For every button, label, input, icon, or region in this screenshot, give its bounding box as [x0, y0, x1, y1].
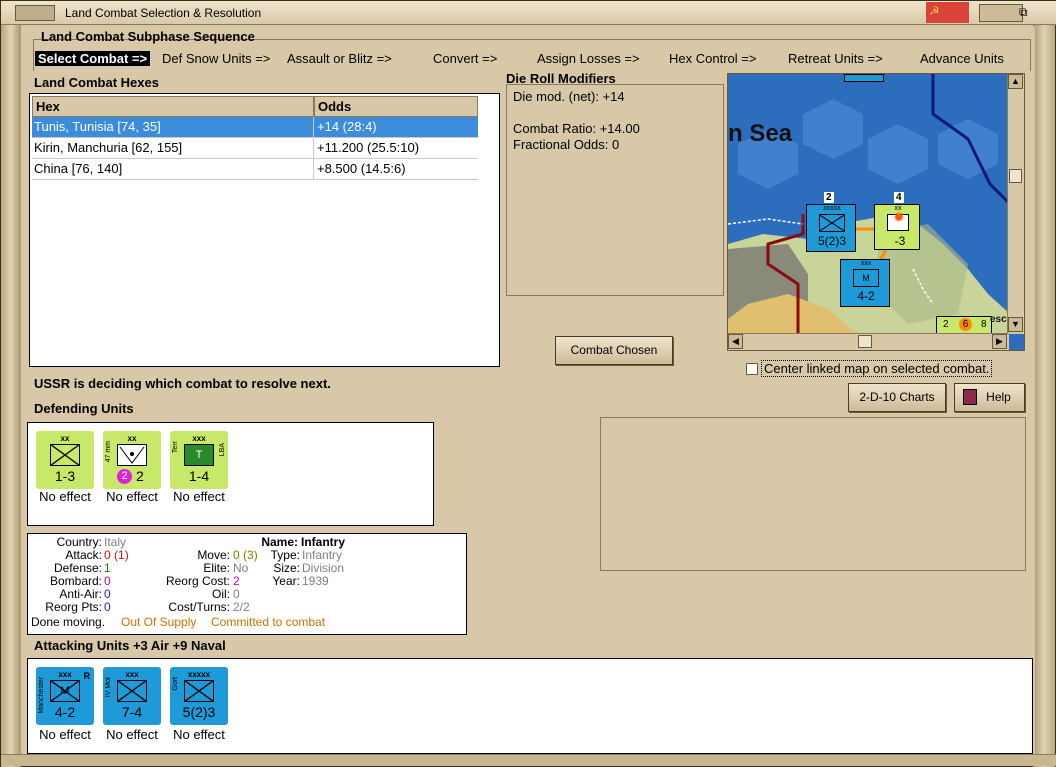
unit-effect: No effect [106, 727, 158, 742]
window-menu-button[interactable] [15, 5, 55, 21]
center-map-label[interactable]: Center linked map on selected combat. [761, 360, 993, 377]
mech-infantry-symbol-icon [117, 680, 147, 702]
defending-title: Defending Units [34, 401, 134, 416]
help-button[interactable]: Help [954, 383, 1025, 412]
help-book-icon [963, 389, 977, 405]
title-bar: Land Combat Selection & Resolution ☭ ⧉ [1, 1, 1056, 25]
odds-cell: +8.500 (14.5:6) [317, 161, 406, 176]
map-corner-label: esc [990, 314, 1007, 325]
frame-bottom [1, 754, 1056, 766]
anti-tank-symbol-icon [117, 444, 147, 466]
fractional-odds-line: Fractional Odds: 0 [513, 137, 620, 152]
hex-cell: Kirin, Manchuria [62, 155] [34, 140, 183, 155]
map-vscroll[interactable]: ▲ ▼ [1007, 74, 1024, 334]
map-counter-manchester[interactable]: xxx M 4-2 [840, 259, 890, 307]
step-def-snow-units: Def Snow Units => [162, 51, 271, 66]
motorized-symbol-icon: M [50, 680, 80, 702]
attacking-title: Attacking Units +3 Air +9 Naval [34, 638, 226, 653]
stack-count: 2 [824, 192, 834, 203]
map-counter-stack-corner[interactable]: 2 6 8 [936, 316, 992, 334]
land-combat-window: Land Combat Selection & Resolution ☭ ⧉ L… [0, 0, 1056, 767]
charts-button[interactable]: 2-D-10 Charts [848, 383, 946, 412]
map-sea-label: n Sea [728, 120, 793, 147]
step-advance-units: Advance Units [920, 51, 1004, 66]
odds-cell: +11.200 (25.5:10) [317, 140, 420, 155]
combat-ratio-line: Combat Ratio: +14.00 [513, 121, 640, 136]
odds-cell: +14 (28:4) [317, 119, 377, 134]
scroll-right-icon[interactable]: ▶ [992, 334, 1007, 349]
map-counter-gort[interactable]: xxxxx 5(2)3 [806, 204, 856, 252]
vscroll-thumb[interactable] [1009, 169, 1022, 183]
frame-right [1033, 25, 1055, 767]
die-roll-panel: Die mod. (net): +14 Combat Ratio: +14.00… [506, 84, 724, 296]
hex-cell: Tunis, Tunisia [74, 35] [34, 119, 161, 134]
attacking-unit[interactable]: xxx IV Mot 7-4 [103, 667, 161, 725]
subphase-title: Land Combat Subphase Sequence [41, 29, 255, 44]
step-assign-losses: Assign Losses => [537, 51, 640, 66]
die-mod-line: Die mod. (net): +14 [513, 89, 625, 104]
unit-effect: No effect [39, 489, 91, 504]
unit-badge: 2 [117, 469, 132, 484]
combat-result-panel [600, 417, 1026, 571]
status-text: USSR is deciding which combat to resolve… [34, 376, 331, 391]
center-map-checkbox[interactable] [746, 363, 758, 375]
hexes-table: Hex Odds Tunis, Tunisia [74, 35] +14 (28… [29, 93, 500, 367]
attacking-unit[interactable]: xxxxx Gort 5(2)3 [170, 667, 228, 725]
scroll-down-icon[interactable]: ▼ [1008, 317, 1023, 332]
combat-chosen-button[interactable]: Combat Chosen [555, 336, 673, 365]
step-convert: Convert => [433, 51, 498, 66]
main-panel: Land Combat Subphase Sequence Select Com… [25, 27, 1035, 757]
unit-strength: 4-2 [857, 289, 875, 303]
frame-left [1, 25, 21, 767]
defending-unit[interactable]: xx 1-3 [36, 431, 94, 489]
close-button[interactable] [979, 4, 1023, 22]
unit-details-panel: Country: Italy Attack: 0 (1) Defense: 1 … [27, 533, 467, 635]
unit-effect: No effect [173, 489, 225, 504]
defending-units-panel: xx 1-3 No effect xx 47 mm 2 2 No effect … [27, 422, 434, 526]
unit-size: xxxxx [823, 205, 841, 212]
step-hex-control: Hex Control => [669, 51, 757, 66]
stack-count: 4 [894, 192, 904, 203]
close-icon: ⧉ [1019, 5, 1028, 19]
hscroll-thumb[interactable] [858, 335, 872, 348]
table-row[interactable]: China [76, 140] +8.500 (14.5:6) [32, 159, 478, 180]
table-row[interactable]: Tunis, Tunisia [74, 35] +14 (28:4) [32, 117, 478, 138]
territorial-symbol-icon: T [184, 444, 214, 466]
unit-effect: No effect [39, 727, 91, 742]
attacking-unit[interactable]: xxx R Manchester M 4-2 [36, 667, 94, 725]
infantry-symbol-icon [819, 214, 845, 232]
unit-strength: -3 [894, 234, 906, 248]
map-hscroll[interactable]: ◀ ▶ [728, 333, 1009, 350]
unit-strength: 5(2)3 [817, 234, 846, 248]
step-retreat-units: Retreat Units => [788, 51, 883, 66]
map-counter-defender[interactable]: xx ✹ -3 [874, 204, 920, 250]
infantry-symbol-icon [50, 444, 80, 466]
scroll-up-icon[interactable]: ▲ [1008, 74, 1023, 89]
infantry-symbol-icon [184, 680, 214, 702]
hex-cell: China [76, 140] [34, 161, 123, 176]
defending-unit[interactable]: xx 47 mm 2 2 [103, 431, 161, 489]
ussr-flag-icon: ☭ [926, 2, 969, 23]
motorized-symbol-icon: M [853, 269, 879, 287]
col-header-odds[interactable]: Odds [314, 96, 478, 117]
col-header-hex[interactable]: Hex [32, 96, 314, 117]
window-title: Land Combat Selection & Resolution [65, 6, 262, 20]
step-select-combat: Select Combat => [35, 51, 151, 66]
unit-effect: No effect [106, 489, 158, 504]
table-row[interactable]: Kirin, Manchuria [62, 155] +11.200 (25.5… [32, 138, 478, 159]
scroll-left-icon[interactable]: ◀ [728, 334, 743, 349]
unit-effect: No effect [173, 727, 225, 742]
unit-size: xxx [860, 260, 872, 267]
step-assault-or-blitz: Assault or Blitz => [287, 51, 392, 66]
attacking-units-panel: xxx R Manchester M 4-2 No effect xxx IV … [27, 658, 1033, 754]
explosion-icon: ✹ [893, 209, 905, 225]
defending-unit[interactable]: xxx Terr LBA T 1-4 [170, 431, 228, 489]
map-counter-partial[interactable] [844, 74, 884, 82]
hexes-title: Land Combat Hexes [34, 75, 159, 90]
mini-map[interactable]: n Sea 2 4 xxxxx 5(2)3 xx ✹ -3 xxx M 4-2 … [727, 73, 1025, 351]
